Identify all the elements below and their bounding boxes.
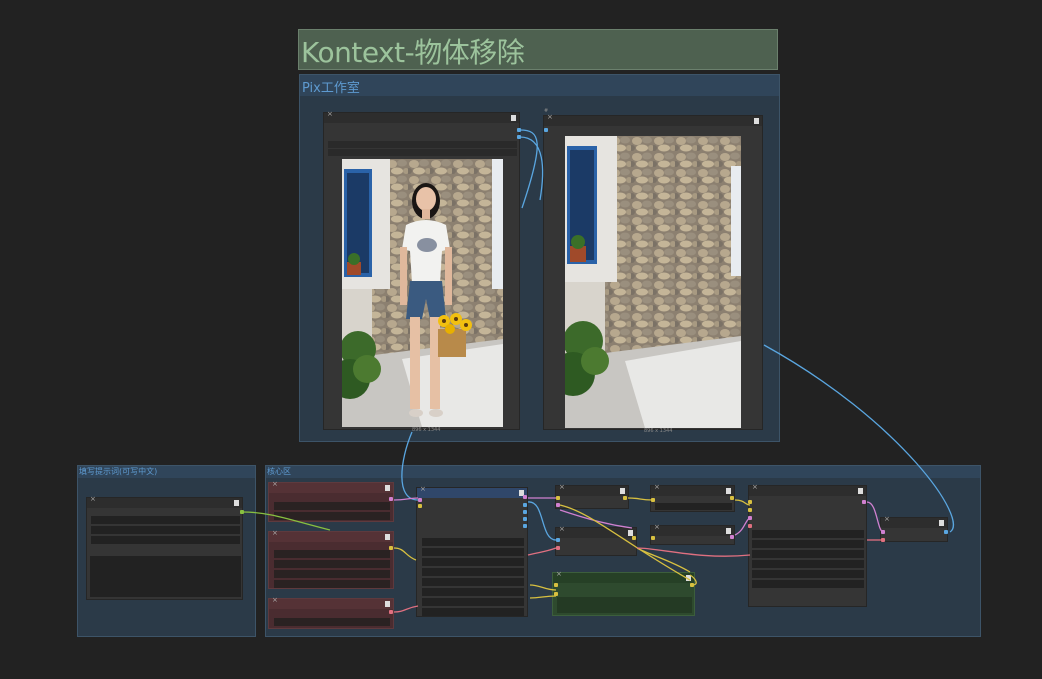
input-socket[interactable] — [554, 592, 558, 596]
output-socket[interactable] — [389, 546, 393, 550]
input-socket[interactable] — [651, 498, 655, 502]
input-socket[interactable] — [748, 500, 752, 504]
input-socket[interactable] — [418, 504, 422, 508]
output-socket[interactable] — [944, 530, 948, 534]
input-socket[interactable] — [556, 546, 560, 550]
output-socket[interactable] — [523, 503, 527, 507]
output-socket[interactable] — [730, 535, 734, 539]
output-socket[interactable] — [632, 536, 636, 540]
output-socket[interactable] — [862, 500, 866, 504]
output-socket[interactable] — [523, 517, 527, 521]
input-socket[interactable] — [651, 536, 655, 540]
input-socket[interactable] — [748, 524, 752, 528]
output-socket[interactable] — [623, 496, 627, 500]
output-socket[interactable] — [730, 496, 734, 500]
input-socket[interactable] — [544, 128, 548, 132]
input-socket[interactable] — [554, 583, 558, 587]
output-socket[interactable] — [523, 524, 527, 528]
input-socket[interactable] — [418, 498, 422, 502]
output-socket[interactable] — [389, 497, 393, 501]
output-socket[interactable] — [523, 495, 527, 499]
input-socket[interactable] — [881, 530, 885, 534]
input-socket[interactable] — [556, 503, 560, 507]
output-socket[interactable] — [240, 510, 244, 514]
output-socket[interactable] — [523, 510, 527, 514]
input-socket[interactable] — [748, 516, 752, 520]
input-socket[interactable] — [556, 496, 560, 500]
connection-wires — [242, 129, 955, 613]
output-socket[interactable] — [690, 583, 694, 587]
input-socket[interactable] — [748, 508, 752, 512]
input-socket[interactable] — [556, 538, 560, 542]
output-socket[interactable] — [517, 135, 521, 139]
output-socket[interactable] — [517, 128, 521, 132]
output-socket[interactable] — [389, 610, 393, 614]
input-socket[interactable] — [881, 538, 885, 542]
